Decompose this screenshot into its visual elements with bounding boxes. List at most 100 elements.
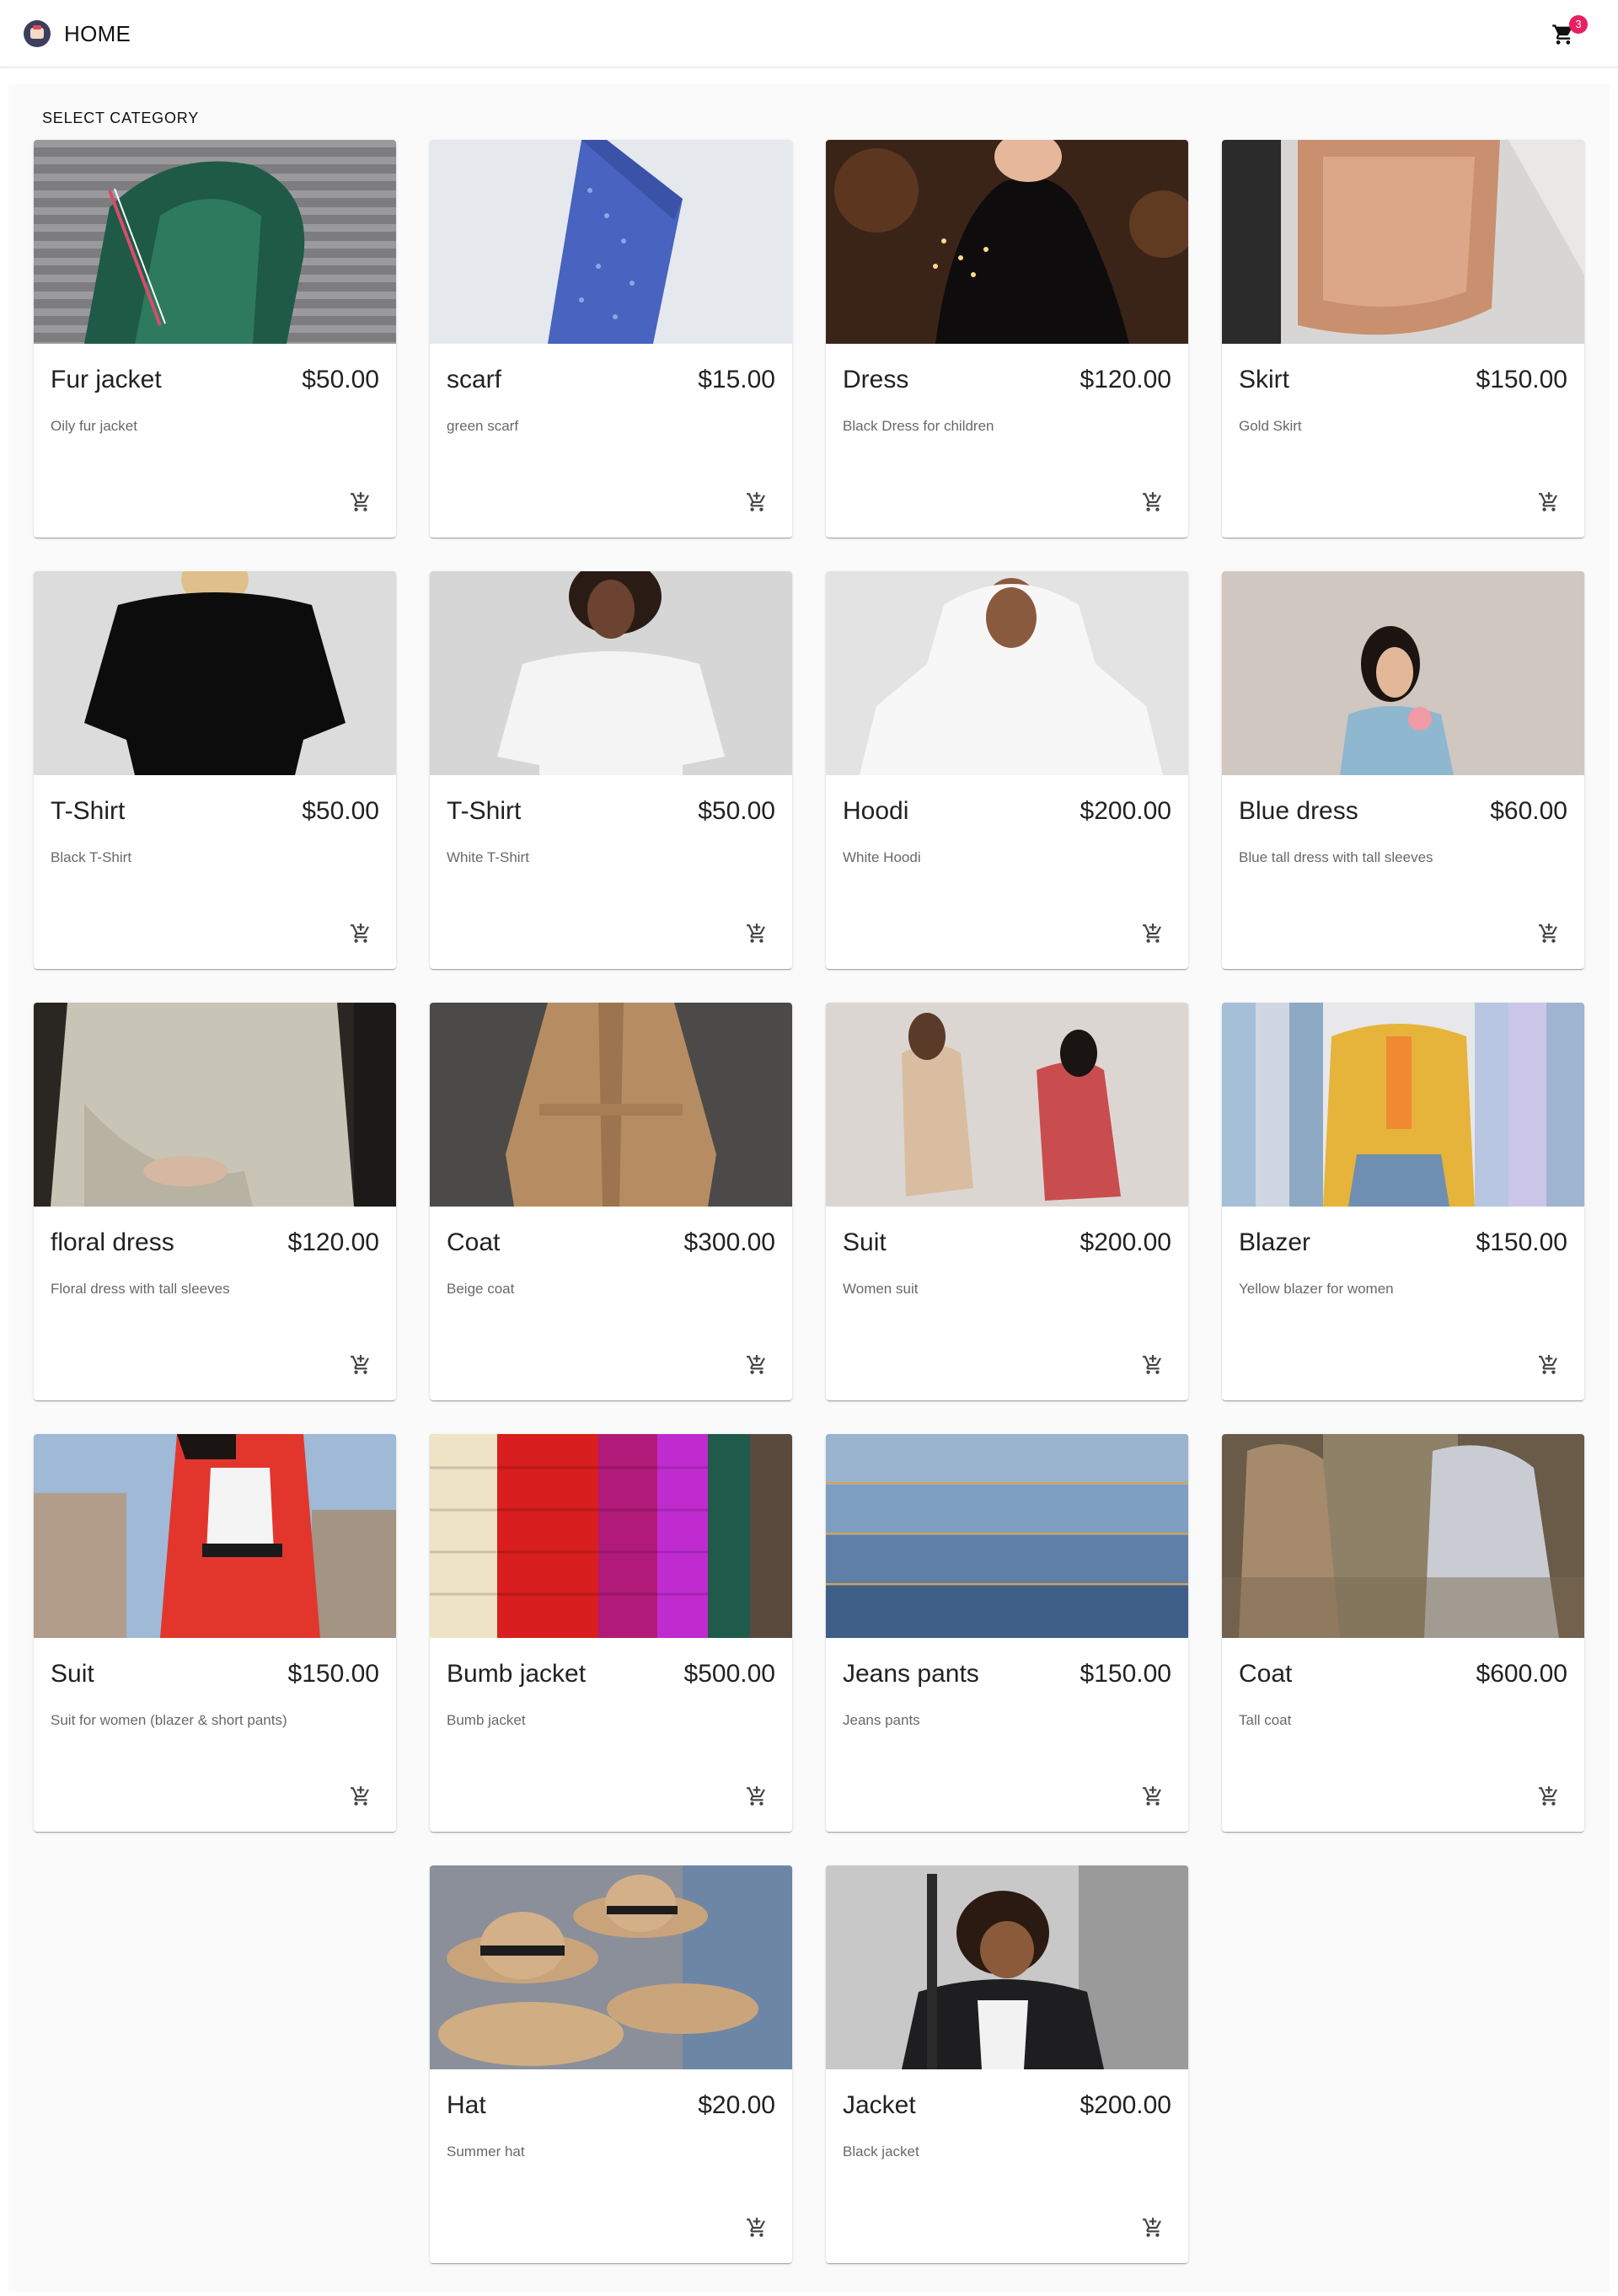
add-shopping-cart-icon (351, 1786, 369, 1806)
product-image (826, 140, 1188, 344)
product-description: White Hoodi (843, 849, 921, 865)
product-card[interactable]: Bumb jacket $500.00 Bumb jacket (430, 1434, 792, 1832)
add-shopping-cart-icon (1143, 2218, 1161, 2237)
product-name: T-Shirt (447, 797, 522, 825)
add-to-cart-button[interactable] (1529, 482, 1569, 522)
product-card[interactable]: scarf $15.00 green scarf (430, 140, 792, 538)
add-to-cart-button[interactable] (340, 1345, 381, 1385)
product-price: $150.00 (287, 1660, 379, 1688)
product-description: Floral dress with tall sleeves (51, 1281, 230, 1297)
product-name: Suit (843, 1228, 887, 1256)
product-card[interactable]: Jeans pants $150.00 Jeans pants (826, 1434, 1188, 1832)
add-to-cart-button[interactable] (1133, 1345, 1173, 1385)
product-image (1222, 1434, 1584, 1638)
add-to-cart-button[interactable] (340, 1776, 381, 1817)
product-card[interactable]: T-Shirt $50.00 Black T-Shirt (34, 571, 396, 969)
add-shopping-cart-icon (1143, 923, 1161, 943)
home-link[interactable]: HOME (24, 17, 131, 51)
add-shopping-cart-icon (1143, 1786, 1161, 1806)
product-description: Oily fur jacket (51, 418, 137, 434)
product-card[interactable]: Jacket $200.00 Black jacket (826, 1865, 1188, 2263)
add-to-cart-button[interactable] (1133, 482, 1173, 522)
product-card[interactable]: Dress $120.00 Black Dress for children (826, 140, 1188, 538)
add-to-cart-button[interactable] (737, 482, 777, 522)
product-price: $50.00 (698, 797, 775, 825)
product-price: $50.00 (302, 797, 379, 825)
add-shopping-cart-icon (1143, 1355, 1161, 1374)
product-image (1222, 140, 1584, 344)
add-shopping-cart-icon (351, 923, 369, 943)
home-label: HOME (64, 20, 131, 46)
product-price: $50.00 (302, 366, 379, 393)
add-to-cart-button[interactable] (1133, 913, 1173, 954)
add-shopping-cart-icon (747, 923, 765, 943)
product-description: Bumb jacket (447, 1712, 526, 1728)
product-image (1222, 1003, 1584, 1207)
product-card[interactable]: Skirt $150.00 Gold Skirt (1222, 140, 1584, 538)
product-price: $200.00 (1080, 2091, 1171, 2119)
add-shopping-cart-icon (747, 1786, 765, 1806)
product-name: Suit (51, 1660, 94, 1688)
add-to-cart-button[interactable] (737, 913, 777, 954)
product-name: scarf (447, 366, 502, 393)
add-to-cart-button[interactable] (1133, 1776, 1173, 1817)
add-to-cart-button[interactable] (737, 1776, 777, 1817)
product-card[interactable]: Hoodi $200.00 White Hoodi (826, 571, 1188, 969)
product-price: $150.00 (1080, 1660, 1171, 1688)
add-shopping-cart-icon (351, 1355, 369, 1374)
product-image (1222, 571, 1584, 775)
product-price: $200.00 (1080, 797, 1171, 825)
product-image (826, 1865, 1188, 2069)
product-name: Hat (447, 2091, 486, 2119)
product-name: Skirt (1239, 366, 1289, 393)
product-image (430, 571, 792, 775)
product-card[interactable]: Suit $200.00 Women suit (826, 1003, 1188, 1400)
add-to-cart-button[interactable] (1529, 1776, 1569, 1817)
product-card[interactable]: Suit $150.00 Suit for women (blazer & sh… (34, 1434, 396, 1832)
cart-button[interactable]: 3 (1546, 15, 1588, 52)
product-card[interactable]: floral dress $120.00 Floral dress with t… (34, 1003, 396, 1400)
product-price: $600.00 (1476, 1660, 1567, 1688)
product-image (430, 140, 792, 344)
product-price: $200.00 (1080, 1228, 1171, 1256)
product-card[interactable]: Coat $300.00 Beige coat (430, 1003, 792, 1400)
product-card[interactable]: Fur jacket $50.00 Oily fur jacket (34, 140, 396, 538)
add-to-cart-button[interactable] (340, 913, 381, 954)
add-to-cart-button[interactable] (340, 482, 381, 522)
product-image (826, 1434, 1188, 1638)
product-image (34, 571, 396, 775)
add-shopping-cart-icon (747, 1355, 765, 1374)
product-image (34, 1434, 396, 1638)
product-description: Women suit (843, 1281, 919, 1297)
product-name: Blazer (1239, 1228, 1311, 1256)
main-content: SELECT CATEGORY Fur jacket $50.00 Oily f… (8, 84, 1610, 2292)
product-price: $60.00 (1490, 797, 1567, 825)
app-bar: HOME 3 (0, 0, 1618, 67)
product-description: Jeans pants (843, 1712, 920, 1728)
product-card[interactable]: T-Shirt $50.00 White T-Shirt (430, 571, 792, 969)
product-name: Coat (1239, 1660, 1293, 1688)
product-name: Jeans pants (843, 1660, 979, 1688)
product-description: Blue tall dress with tall sleeves (1239, 849, 1433, 865)
add-to-cart-button[interactable] (737, 1345, 777, 1385)
product-card[interactable]: Blazer $150.00 Yellow blazer for women (1222, 1003, 1584, 1400)
product-card[interactable]: Coat $600.00 Tall coat (1222, 1434, 1584, 1832)
product-price: $20.00 (698, 2091, 775, 2119)
product-card[interactable]: Hat $20.00 Summer hat (430, 1865, 792, 2263)
add-to-cart-button[interactable] (1133, 2208, 1173, 2248)
product-price: $15.00 (698, 366, 775, 393)
product-card[interactable]: Blue dress $60.00 Blue tall dress with t… (1222, 571, 1584, 969)
add-to-cart-button[interactable] (1529, 913, 1569, 954)
cart-count-badge: 3 (1569, 15, 1588, 34)
section-title: SELECT CATEGORY (42, 110, 200, 126)
add-shopping-cart-icon (747, 492, 765, 511)
add-shopping-cart-icon (1539, 1786, 1557, 1806)
add-to-cart-button[interactable] (1529, 1345, 1569, 1385)
add-to-cart-button[interactable] (737, 2208, 777, 2248)
product-price: $120.00 (1080, 366, 1171, 393)
product-name: Fur jacket (51, 366, 162, 393)
product-image (430, 1434, 792, 1638)
product-price: $150.00 (1476, 1228, 1567, 1256)
product-image (430, 1003, 792, 1207)
product-name: Jacket (843, 2091, 916, 2119)
